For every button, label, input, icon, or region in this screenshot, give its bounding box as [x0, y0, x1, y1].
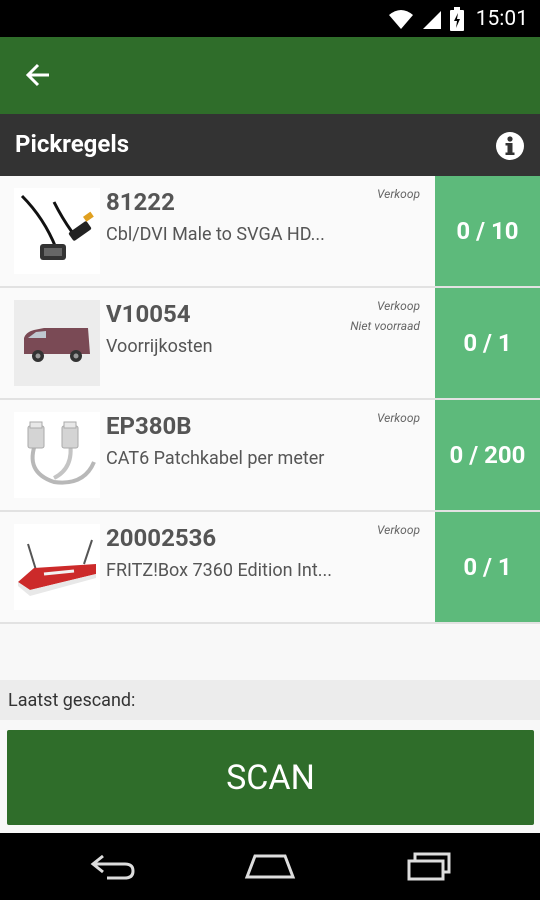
product-description: CAT6 Patchkabel per meter: [106, 448, 325, 469]
status-icons: 15:01: [388, 4, 528, 33]
nav-recents-button[interactable]: [394, 845, 464, 887]
order-type-tag: Verkoop: [377, 411, 420, 425]
product-thumbnail: [14, 188, 100, 274]
product-code: V10054: [106, 300, 191, 328]
list-item[interactable]: EP380B CAT6 Patchkabel per meter Verkoop…: [0, 400, 540, 512]
app-bar: [0, 37, 540, 114]
list-item[interactable]: V10054 Voorrijkosten Verkoop Niet voorra…: [0, 288, 540, 400]
scan-button[interactable]: SCAN: [7, 730, 534, 825]
info-button[interactable]: [495, 131, 525, 161]
stock-status-tag: Niet voorraad: [350, 319, 420, 333]
list-item[interactable]: 20002536 FRITZ!Box 7360 Edition Int... V…: [0, 512, 540, 624]
back-nav-icon: [90, 854, 135, 880]
order-type-tag: Verkoop: [377, 187, 420, 201]
product-thumbnail: [14, 524, 100, 610]
product-code: 81222: [106, 188, 175, 216]
pick-list: 81222 Cbl/DVI Male to SVGA HD... Verkoop…: [0, 176, 540, 680]
delivery-van-image: [24, 328, 90, 362]
nav-home-button[interactable]: [235, 845, 305, 887]
quantity-badge: 0 / 1: [435, 288, 540, 398]
signal-icon: [422, 10, 441, 29]
back-button[interactable]: [18, 57, 58, 93]
status-time: 15:01: [475, 6, 528, 31]
last-scanned-label: Laatst gescand:: [8, 690, 136, 711]
product-description: FRITZ!Box 7360 Edition Int...: [106, 560, 332, 581]
dvi-vga-cable-image: [20, 194, 94, 260]
quantity-badge: 0 / 1: [435, 512, 540, 622]
wifi-icon: [388, 9, 413, 29]
nav-back-button[interactable]: [78, 845, 148, 887]
patch-cable-image: [27, 421, 96, 485]
status-bar: 15:01: [0, 0, 540, 37]
product-thumbnail: [14, 300, 100, 386]
quantity-badge: 0 / 10: [435, 176, 540, 286]
arrow-back-icon: [25, 63, 49, 87]
list-item[interactable]: 81222 Cbl/DVI Male to SVGA HD... Verkoop…: [0, 176, 540, 288]
scan-area: SCAN: [0, 720, 540, 833]
product-code: EP380B: [106, 412, 192, 440]
page-title: Pickregels: [15, 130, 130, 158]
navigation-bar: [0, 833, 540, 900]
info-icon: [496, 132, 524, 160]
section-header: Pickregels: [0, 114, 540, 176]
product-description: Voorrijkosten: [106, 336, 213, 357]
quantity-badge: 0 / 200: [435, 400, 540, 510]
product-description: Cbl/DVI Male to SVGA HD...: [106, 224, 325, 245]
last-scanned-bar: Laatst gescand:: [0, 680, 540, 720]
battery-icon: [449, 6, 464, 31]
product-thumbnail: [14, 412, 100, 498]
router-image: [18, 539, 96, 596]
home-nav-icon: [244, 854, 296, 879]
recents-nav-icon: [407, 852, 451, 881]
product-code: 20002536: [106, 524, 217, 552]
order-type-tag: Verkoop: [377, 299, 420, 313]
order-type-tag: Verkoop: [377, 523, 420, 537]
